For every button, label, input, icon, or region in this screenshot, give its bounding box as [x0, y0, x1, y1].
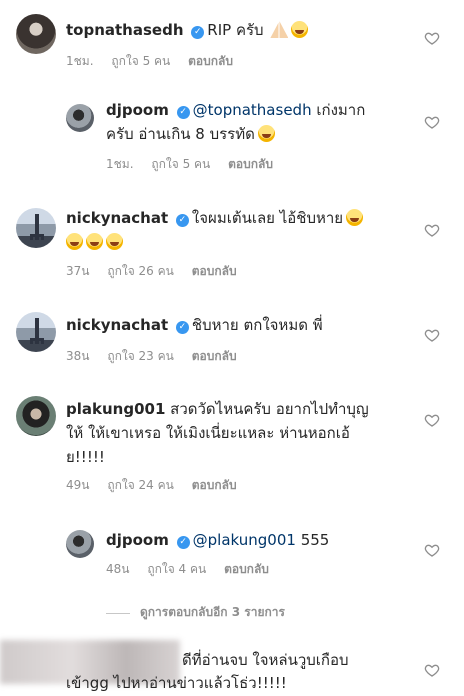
comment-body-3: ย!!!!!: [66, 448, 105, 466]
mention-link[interactable]: @topnathasedh: [193, 101, 312, 119]
avatar[interactable]: [66, 104, 94, 132]
comment-text: ดีที่อ่านจบ ใจหล่นวูบเกือบ: [182, 648, 349, 672]
timestamp: 48น: [106, 562, 130, 576]
like-count[interactable]: ถูกใจ 5 คน: [111, 54, 170, 68]
comment-meta: 1ชม. ถูกใจ 5 คน ตอบกลับ: [66, 52, 247, 71]
verified-badge-icon: ✓: [176, 536, 190, 549]
comment-text: nickynachat ✓ ใจผมเต้นเลย ไอ้ชิบหาย: [66, 206, 364, 254]
verified-badge-icon: ✓: [176, 106, 190, 119]
view-more-replies-button[interactable]: ดูการตอบกลับอีก 3 รายการ: [140, 603, 285, 622]
emoji-icon: [291, 21, 309, 38]
comment-body-2: เข้าgg ไปหาอ่านข่าวแล้วโธ่ว!!!!!: [66, 674, 287, 692]
timestamp: 49น: [66, 478, 90, 492]
verified-badge-icon: ✓: [175, 321, 189, 334]
comment-meta: 37น ถูกใจ 26 คน ตอบกลับ: [66, 262, 251, 281]
heart-outline-icon[interactable]: [424, 662, 440, 678]
like-count[interactable]: ถูกใจ 24 คน: [107, 478, 174, 492]
mention-link[interactable]: @plakung001: [193, 531, 296, 549]
heart-outline-icon[interactable]: [424, 542, 440, 558]
comment-body-1: เก่งมาก: [316, 101, 366, 119]
avatar[interactable]: [16, 208, 56, 248]
comment-body-2: ครับ อ่านเกิน 8 บรรทัด: [106, 125, 255, 143]
comment-body: RIP ครับ: [207, 21, 264, 39]
avatar[interactable]: [16, 312, 56, 352]
like-count[interactable]: ถูกใจ 23 คน: [107, 349, 174, 363]
heart-outline-icon[interactable]: [424, 222, 440, 238]
verified-badge-icon: ✓: [175, 214, 189, 227]
comment-meta: 49น ถูกใจ 24 คน ตอบกลับ: [66, 476, 251, 495]
like-count[interactable]: ถูกใจ 5 คน: [151, 157, 210, 171]
heart-outline-icon[interactable]: [424, 327, 440, 343]
comment-body: 555: [300, 531, 330, 549]
praying-hands-icon: [270, 21, 289, 38]
view-more-divider: [106, 613, 130, 614]
username[interactable]: plakung001: [66, 400, 165, 418]
heart-outline-icon[interactable]: [424, 30, 440, 46]
comment-body: ชิบหาย ตกใจหมด พี่: [191, 316, 323, 334]
timestamp: 1ชม.: [66, 54, 94, 68]
reply-button[interactable]: ตอบกลับ: [192, 349, 237, 363]
comment-text: topnathasedh ✓ RIP ครับ: [66, 18, 309, 42]
username[interactable]: nickynachat: [66, 209, 168, 227]
comment-meta: 48น ถูกใจ 4 คน ตอบกลับ: [106, 560, 283, 579]
avatar[interactable]: [16, 14, 56, 54]
comment-body-2: ให้ ให้เขาเหรอ ให้เมิงเนี่ยะแหละ ห่านหอก…: [66, 424, 350, 442]
like-count[interactable]: ถูกใจ 4 คน: [147, 562, 206, 576]
username[interactable]: djpoom: [106, 531, 169, 549]
emoji-icon: [66, 233, 83, 250]
like-count[interactable]: ถูกใจ 26 คน: [107, 264, 174, 278]
username[interactable]: topnathasedh: [66, 21, 184, 39]
comment-meta: 1ชม. ถูกใจ 5 คน ตอบกลับ: [106, 155, 287, 174]
avatar[interactable]: [66, 530, 94, 558]
emoji-icon: [86, 233, 103, 250]
emoji-icon: [346, 209, 364, 226]
comment-text: plakung001 สวดวัดไหนครับ อยากไปทำบุญ ให้…: [66, 397, 369, 469]
comment-text: nickynachat ✓ ชิบหาย ตกใจหมด พี่: [66, 313, 323, 337]
emoji-icon: [257, 125, 275, 142]
comment-meta: 38น ถูกใจ 23 คน ตอบกลับ: [66, 347, 251, 366]
avatar[interactable]: [16, 396, 56, 436]
tower-image: [30, 318, 44, 344]
heart-outline-icon[interactable]: [424, 114, 440, 130]
comment-text: djpoom ✓ @plakung001 555: [106, 528, 329, 552]
username[interactable]: nickynachat: [66, 316, 168, 334]
comment-body-1: สวดวัดไหนครับ อยากไปทำบุญ: [170, 400, 369, 418]
reply-button[interactable]: ตอบกลับ: [192, 478, 237, 492]
timestamp: 37น: [66, 264, 90, 278]
reply-button[interactable]: ตอบกลับ: [224, 562, 269, 576]
timestamp: 1ชม.: [106, 157, 134, 171]
comment-text: djpoom ✓ @topnathasedh เก่งมาก ครับ อ่านเ…: [106, 98, 365, 146]
username[interactable]: djpoom: [106, 101, 169, 119]
heart-outline-icon[interactable]: [424, 412, 440, 428]
tower-image: [30, 214, 44, 240]
verified-badge-icon: ✓: [191, 26, 205, 39]
comment-body: ใจผมเต้นเลย ไอ้ชิบหาย: [191, 209, 344, 227]
comment-body-1: ดีที่อ่านจบ ใจหล่นวูบเกือบ: [182, 651, 349, 669]
reply-button[interactable]: ตอบกลับ: [228, 157, 273, 171]
timestamp: 38น: [66, 349, 90, 363]
comment-text-2: เข้าgg ไปหาอ่านข่าวแล้วโธ่ว!!!!!: [66, 671, 287, 695]
emoji-icon: [106, 233, 123, 250]
reply-button[interactable]: ตอบกลับ: [188, 54, 233, 68]
reply-button[interactable]: ตอบกลับ: [192, 264, 237, 278]
